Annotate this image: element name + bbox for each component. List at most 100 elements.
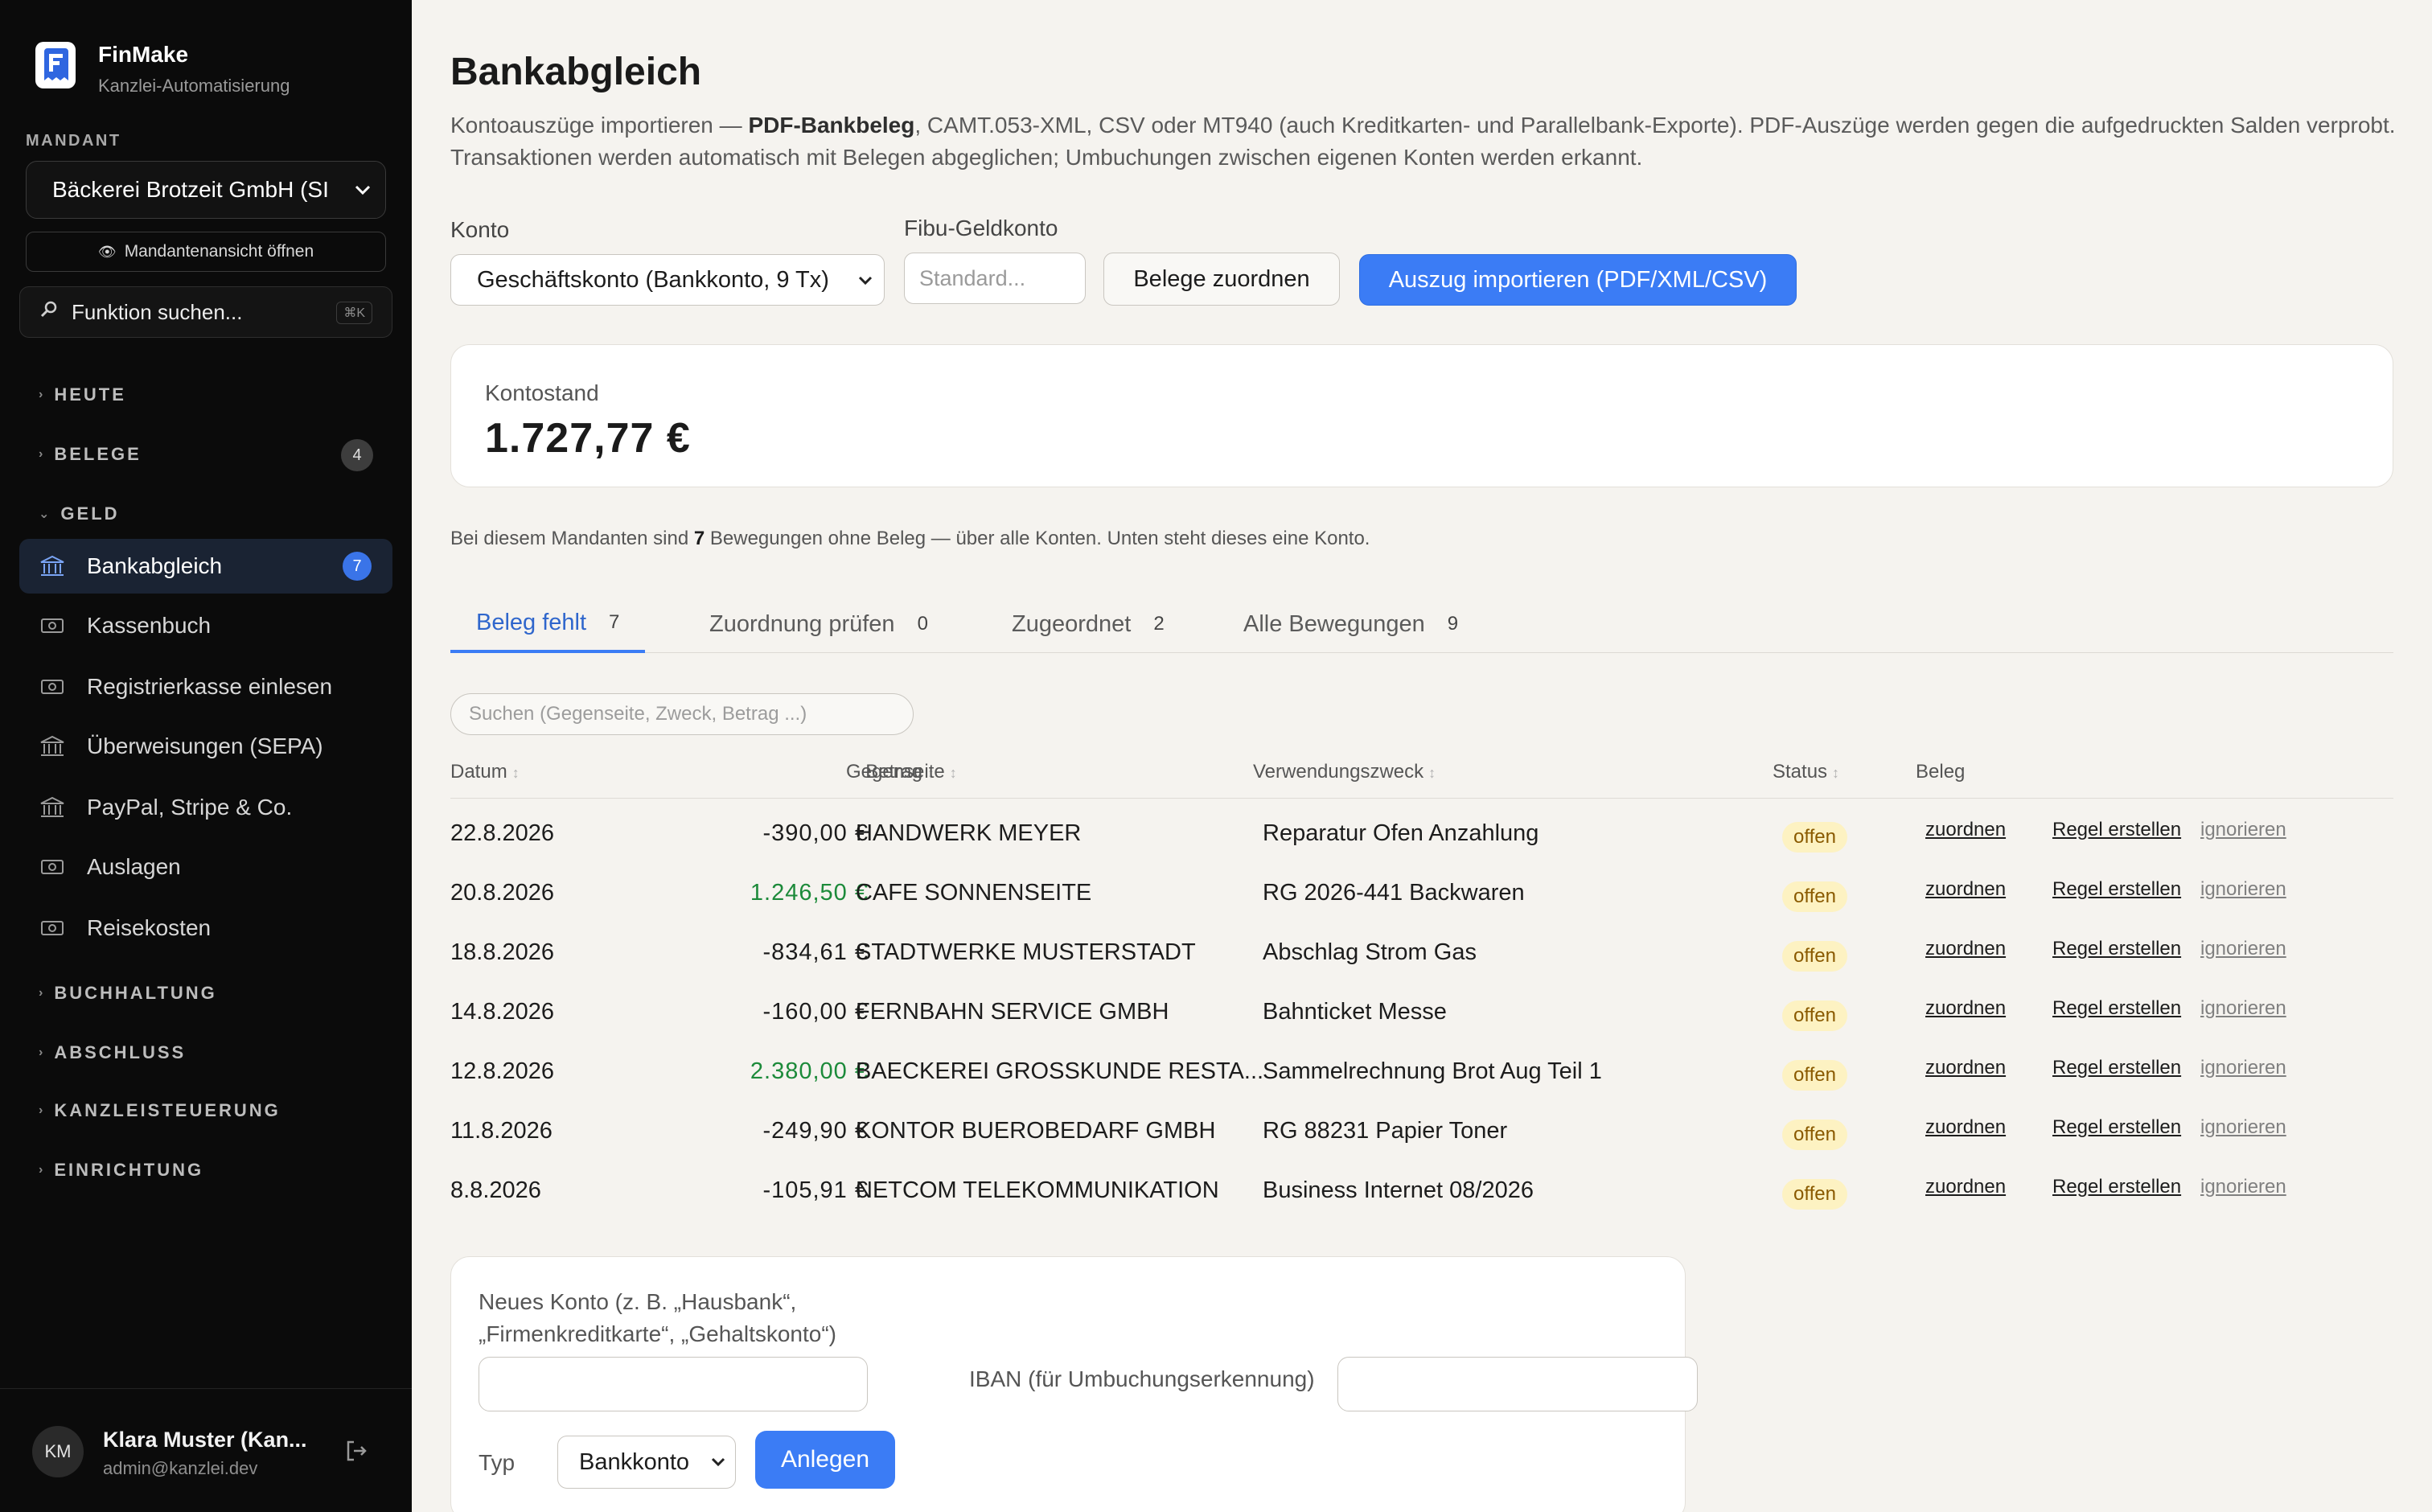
table-row[interactable]: 20.8.2026 1.246,50 € CAFE SONNENSEITE RG 20… <box>450 864 2393 923</box>
transaction-search-input[interactable]: Suchen (Gegenseite, Zweck, Betrag ...) <box>450 693 914 735</box>
konto-select[interactable]: Geschäftskonto (Bankkonto, 9 Tx) <box>450 254 885 306</box>
row-purpose: Reparatur Ofen Anzahlung <box>1263 820 1539 846</box>
status-badge: offen <box>1782 1120 1847 1150</box>
chevron-right-icon: › <box>39 1163 43 1177</box>
function-search[interactable]: Funktion suchen... ⌘K <box>19 286 392 338</box>
assign-link[interactable]: zuordnen <box>1925 997 2006 1020</box>
assign-link[interactable]: zuordnen <box>1925 1176 2006 1198</box>
ignore-link[interactable]: ignorieren <box>2200 938 2286 960</box>
assign-link[interactable]: zuordnen <box>1925 819 2006 841</box>
finmake-logo-icon[interactable] <box>35 42 76 88</box>
import-statement-button[interactable]: Auszug importieren (PDF/XML/CSV) <box>1359 254 1797 306</box>
search-icon <box>39 300 59 325</box>
logout-icon[interactable] <box>344 1439 370 1465</box>
row-date: 11.8.2026 <box>450 1118 553 1144</box>
column-header-receipt: Beleg <box>1916 761 1966 783</box>
table-row[interactable]: 8.8.2026 -105,91 € NETCOM TELEKOMMUNIKATIO… <box>450 1161 2393 1221</box>
cash-icon <box>39 856 66 878</box>
row-purpose: RG 88231 Papier Toner <box>1263 1118 1508 1144</box>
assign-receipts-button[interactable]: Belege zuordnen <box>1103 253 1340 306</box>
column-header-status[interactable]: Status ↕ <box>1773 761 1839 783</box>
create-rule-link[interactable]: Regel erstellen <box>2052 878 2181 901</box>
nav-section-belege[interactable]: › BELEGE <box>39 444 142 465</box>
balance-value: 1.727,77 € <box>485 415 691 462</box>
assign-link[interactable]: zuordnen <box>1925 938 2006 960</box>
status-badge: offen <box>1782 822 1847 853</box>
row-purpose: Bahnticket Messe <box>1263 999 1447 1025</box>
row-amount: -105,91 € <box>762 1177 869 1203</box>
assign-link[interactable]: zuordnen <box>1925 1116 2006 1139</box>
tab-beleg-fehlt[interactable]: Beleg fehlt 7 <box>450 595 646 653</box>
iban-input[interactable] <box>1337 1357 1698 1411</box>
create-rule-link[interactable]: Regel erstellen <box>2052 997 2181 1020</box>
ignore-link[interactable]: ignorieren <box>2200 1057 2286 1079</box>
account-type-select[interactable]: Bankkonto <box>557 1436 736 1489</box>
mandant-label: MANDANT <box>26 132 121 150</box>
sidebar-item-bankabgleich[interactable]: Bankabgleich 7 <box>19 539 392 594</box>
user-name: Klara Muster (Kan... <box>103 1428 307 1452</box>
ignore-link[interactable]: ignorieren <box>2200 819 2286 841</box>
ignore-link[interactable]: ignorieren <box>2200 1116 2286 1139</box>
nav-section-abschluss[interactable]: › ABSCHLUSS <box>39 1042 186 1063</box>
column-header-purpose[interactable]: Verwendungszweck ↕ <box>1253 761 1436 783</box>
open-mandant-view-button[interactable]: 👁 Mandantenansicht öffnen <box>26 232 386 272</box>
nav-section-kanzleisteuerung[interactable]: › KANZLEISTEUERUNG <box>39 1100 281 1121</box>
fibu-geldkonto-input[interactable]: Standard... <box>904 253 1086 304</box>
assign-link[interactable]: zuordnen <box>1925 878 2006 901</box>
create-account-button[interactable]: Anlegen <box>755 1431 895 1489</box>
create-rule-link[interactable]: Regel erstellen <box>2052 1116 2181 1139</box>
table-row[interactable]: 11.8.2026 -249,90 € KONTOR BUEROBEDARF GMB… <box>450 1102 2393 1161</box>
user-email: admin@kanzlei.dev <box>103 1458 258 1478</box>
column-header-date[interactable]: Datum ↕ <box>450 761 520 783</box>
nav-section-geld[interactable]: ⌄ GELD <box>39 503 120 524</box>
nav-section-heute[interactable]: › HEUTE <box>39 384 126 405</box>
assign-link[interactable]: zuordnen <box>1925 1057 2006 1079</box>
row-amount: 2.380,00 € <box>750 1058 869 1084</box>
column-header-counterparty[interactable]: Gegenseite ↕ <box>846 761 957 783</box>
create-rule-link[interactable]: Regel erstellen <box>2052 1057 2181 1079</box>
chevron-right-icon: › <box>39 1103 43 1117</box>
row-counterparty: HANDWERK MEYER <box>856 820 1082 846</box>
avatar[interactable]: KM <box>32 1426 84 1477</box>
row-date: 20.8.2026 <box>450 880 555 906</box>
row-purpose: Abschlag Strom Gas <box>1263 939 1477 965</box>
row-amount: -249,90 € <box>762 1118 869 1144</box>
table-row[interactable]: 22.8.2026 -390,00 € HANDWERK MEYER Reparatu… <box>450 804 2393 864</box>
tab-zuordnung-pruefen[interactable]: Zuordnung prüfen 0 <box>709 595 928 653</box>
sidebar-item-auslagen[interactable]: Auslagen <box>19 840 392 894</box>
new-account-card: Neues Konto (z. B. „Hausbank“, „Firmenkr… <box>450 1256 1698 1512</box>
create-rule-link[interactable]: Regel erstellen <box>2052 1176 2181 1198</box>
new-account-name-input[interactable] <box>479 1357 868 1411</box>
row-date: 22.8.2026 <box>450 820 555 846</box>
chevron-down-icon <box>347 162 379 218</box>
nav-section-einrichtung[interactable]: › EINRICHTUNG <box>39 1160 203 1181</box>
tab-zugeordnet[interactable]: Zugeordnet 2 <box>1012 595 1165 653</box>
table-row[interactable]: 12.8.2026 2.380,00 € BAECKEREI GROSSKUNDE … <box>450 1042 2393 1102</box>
chevron-right-icon: › <box>39 1046 43 1059</box>
sidebar-item-registrierkasse[interactable]: Registrierkasse einlesen <box>19 659 392 714</box>
sidebar-item-paypal-stripe[interactable]: PayPal, Stripe & Co. <box>19 780 392 835</box>
chevron-down-icon: ⌄ <box>39 507 50 521</box>
cash-icon <box>39 917 66 939</box>
ignore-link[interactable]: ignorieren <box>2200 878 2286 901</box>
mandant-select[interactable]: Bäckerei Brotzeit GmbH (SI <box>26 161 386 219</box>
ignore-link[interactable]: ignorieren <box>2200 1176 2286 1198</box>
ignore-link[interactable]: ignorieren <box>2200 997 2286 1020</box>
create-rule-link[interactable]: Regel erstellen <box>2052 819 2181 841</box>
type-label: Typ <box>479 1450 516 1475</box>
tab-bar: Beleg fehlt 7 Zuordnung prüfen 0 Zugeordne… <box>450 595 2393 653</box>
table-row[interactable]: 18.8.2026 -834,61 € STADTWERKE MUSTERSTADT… <box>450 923 2393 983</box>
sidebar-item-ueberweisungen[interactable]: Überweisungen (SEPA) <box>19 719 392 774</box>
row-counterparty: FERNBAHN SERVICE GMBH <box>856 999 1169 1025</box>
sidebar-item-reisekosten[interactable]: Reisekosten <box>19 901 392 955</box>
page-description: Kontoauszüge importieren — PDF-Bankbeleg… <box>450 113 2396 170</box>
konto-value: Geschäftskonto (Bankkonto, 9 Tx) <box>477 266 829 293</box>
create-rule-link[interactable]: Regel erstellen <box>2052 938 2181 960</box>
tab-alle-bewegungen[interactable]: Alle Bewegungen 9 <box>1243 595 1458 653</box>
app-name: FinMake <box>98 42 189 67</box>
sidebar-item-kassenbuch[interactable]: Kassenbuch <box>19 598 392 653</box>
nav-section-buchhaltung[interactable]: › BUCHHALTUNG <box>39 983 217 1004</box>
table-header-divider <box>450 798 2393 799</box>
table-row[interactable]: 14.8.2026 -160,00 € FERNBAHN SERVICE GMBH B… <box>450 983 2393 1042</box>
open-mandant-view-label: Mandantenansicht öffnen <box>124 242 314 261</box>
